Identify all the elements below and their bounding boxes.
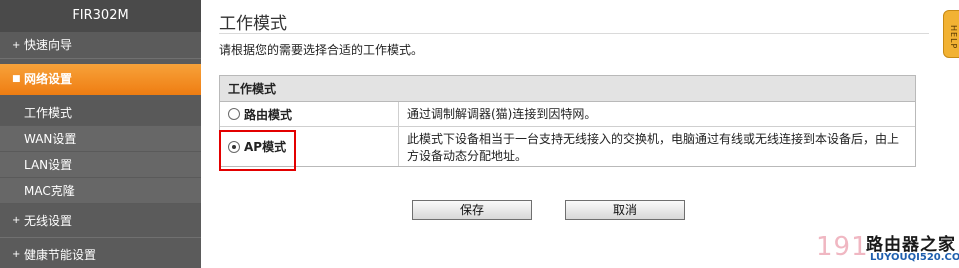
sidebar: FIR302M + 快速向导 ■ 网络设置 工作模式 WAN设置 LAN设置 M…: [0, 0, 201, 268]
sub-item-wan[interactable]: WAN设置: [0, 126, 201, 152]
page-title: 工作模式: [219, 14, 287, 34]
cancel-button[interactable]: 取消: [565, 200, 685, 220]
title-divider: [219, 33, 929, 34]
menu-item-wireless[interactable]: + 无线设置: [0, 204, 201, 238]
help-tab[interactable]: HELP: [943, 10, 959, 58]
ap-mode-description: 此模式下设备相当于一台支持无线接入的交换机，电脑通过有线或无线连接到本设备后，由…: [407, 132, 900, 163]
bullet-icon: +: [12, 249, 21, 260]
sub-item-lan[interactable]: LAN设置: [0, 152, 201, 178]
main-panel: 工作模式 请根据您的需要选择合适的工作模式。 工作模式 路由模式 通过调制解调器…: [201, 0, 959, 268]
menu-item-green-power[interactable]: + 健康节能设置: [0, 238, 201, 268]
router-mode-radio[interactable]: [228, 108, 240, 120]
table-header: 工作模式: [220, 76, 915, 102]
sub-item-label: MAC克隆: [24, 184, 75, 198]
router-mode-label: 路由模式: [244, 107, 293, 122]
router-mode-option[interactable]: 路由模式: [220, 102, 399, 126]
bullet-icon: ■: [12, 74, 21, 84]
menu-item-label: 网络设置: [24, 72, 73, 86]
sub-item-mac-clone[interactable]: MAC克隆: [0, 178, 201, 204]
sub-item-work-mode[interactable]: 工作模式: [0, 100, 201, 126]
bullet-icon: +: [12, 215, 21, 226]
bullet-icon: +: [12, 40, 21, 51]
save-button[interactable]: 保存: [412, 200, 532, 220]
router-mode-description: 通过调制解调器(猫)连接到因特网。: [407, 107, 597, 121]
work-mode-table: 工作模式 路由模式 通过调制解调器(猫)连接到因特网。 AP模式 此模式下设备相…: [219, 75, 916, 167]
page-description: 请根据您的需要选择合适的工作模式。: [219, 43, 424, 57]
table-row: AP模式 此模式下设备相当于一台支持无线接入的交换机，电脑通过有线或无线连接到本…: [220, 127, 915, 166]
menu-item-label: 无线设置: [24, 214, 73, 228]
sub-item-label: 工作模式: [24, 106, 73, 120]
table-row: 路由模式 通过调制解调器(猫)连接到因特网。: [220, 102, 915, 127]
menu-item-label: 快速向导: [24, 38, 73, 52]
sub-item-label: WAN设置: [24, 132, 77, 146]
menu-item-label: 健康节能设置: [24, 248, 97, 262]
menu-item-network-settings[interactable]: ■ 网络设置: [0, 64, 201, 95]
watermark-number: 191: [816, 232, 869, 262]
menu-item-quick-setup[interactable]: + 快速向导: [0, 32, 201, 59]
device-model: FIR302M: [0, 0, 201, 32]
sub-item-label: LAN设置: [24, 158, 73, 172]
help-tab-icon: HELP: [949, 25, 958, 50]
watermark-site: LUYOUQI520.COM: [870, 252, 959, 263]
ap-mode-highlight-box: [219, 130, 296, 171]
